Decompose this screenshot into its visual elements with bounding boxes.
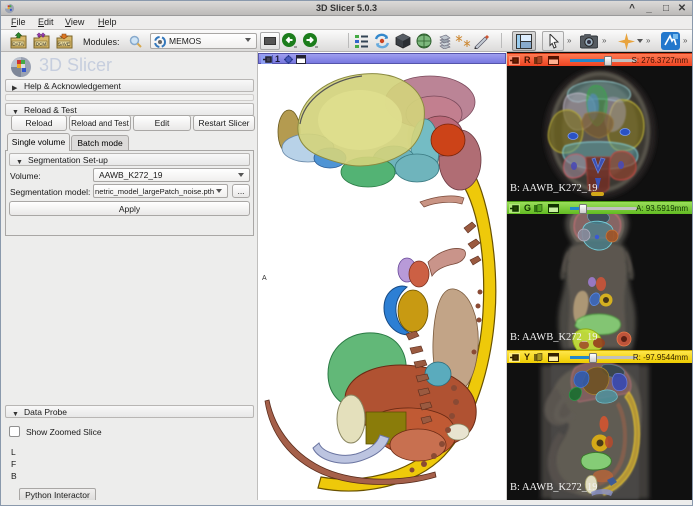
svg-text:B: AAWB_K272_19: B: AAWB_K272_19 — [510, 482, 598, 493]
svg-text:DCM: DCM — [36, 42, 46, 47]
svg-text:A: A — [262, 275, 267, 282]
svg-text:B: AAWB_K272_19: B: AAWB_K272_19 — [510, 332, 598, 343]
svg-text:SAVE: SAVE — [58, 42, 70, 47]
svg-text:B: AAWB_K272_19: B: AAWB_K272_19 — [510, 183, 598, 194]
svg-text:DATA: DATA — [12, 42, 23, 47]
